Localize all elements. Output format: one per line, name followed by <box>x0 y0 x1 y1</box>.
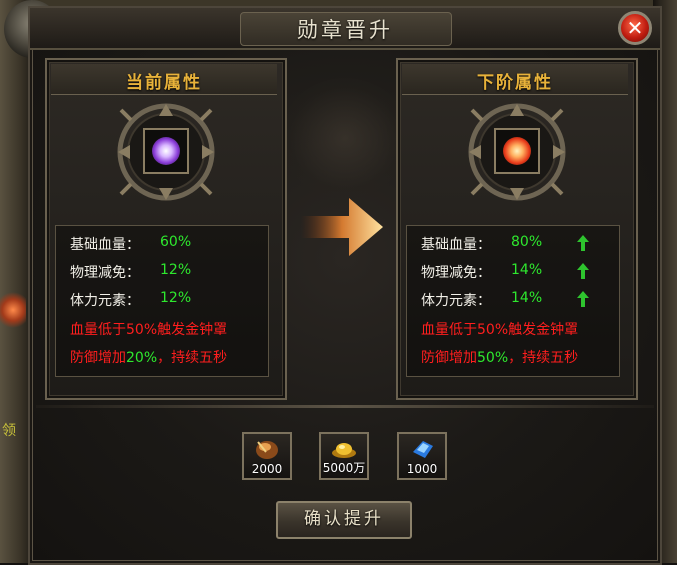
stat-label: 体力元素： <box>70 293 140 309</box>
upgrade-arrow-icon <box>301 198 383 256</box>
stat-row-stamina: 体力元素： 12% <box>70 290 191 312</box>
effect-pre: 防御增加 <box>70 350 126 366</box>
medal-material-icon <box>256 441 278 459</box>
effect-defense-text: 防御增加50%，持续五秒 <box>421 347 578 367</box>
effect-highlight: 50% <box>477 350 509 366</box>
stat-row-physical: 物理减免： 12% <box>70 262 191 284</box>
effect-post: ，持续五秒 <box>157 350 228 366</box>
increase-arrow-icon <box>577 263 589 279</box>
red-medal-orb-icon <box>503 137 531 165</box>
effect-post: ，持续五秒 <box>508 350 579 366</box>
world-side-text: 领 <box>2 423 16 439</box>
medal-slot[interactable] <box>494 128 540 174</box>
stat-row-hp: 基础血量： 80% <box>421 234 589 256</box>
effect-trigger-text: 血量低于50%触发金钟罩 <box>70 322 228 338</box>
confirm-upgrade-button[interactable]: 确认提升 <box>276 501 412 539</box>
current-attributes-title: 当前属性 <box>126 73 202 93</box>
gold-ingot-icon <box>332 443 356 458</box>
next-attributes-title: 下阶属性 <box>477 73 553 93</box>
purple-medal-orb-icon <box>152 137 180 165</box>
fire-effect <box>0 290 26 330</box>
cost-slot-gold[interactable]: 5000万 <box>319 432 369 480</box>
dragon-background-icon <box>280 78 410 198</box>
stat-row-stamina: 体力元素： 14% <box>421 290 589 312</box>
stat-label: 物理减免： <box>70 265 140 281</box>
medal-slot[interactable] <box>143 128 189 174</box>
close-button[interactable]: ✕ <box>618 11 652 45</box>
effect-defense-text: 防御增加20%，持续五秒 <box>70 347 227 367</box>
cost-quantity: 5000万 <box>322 461 366 475</box>
current-stats-box: 基础血量： 60% 物理减免： 12% 体力元素： 12% 血量低于50%触发金… <box>55 225 269 377</box>
effect-trigger-text: 血量低于50%触发金钟罩 <box>421 322 579 338</box>
increase-arrow-icon <box>577 235 589 251</box>
next-stats-box: 基础血量： 80% 物理减免： 14% 体力元素： 14% 血量低于50%触发金… <box>406 225 620 377</box>
stat-row-hp: 基础血量： 60% <box>70 234 191 256</box>
stat-value: 14% <box>511 290 543 306</box>
current-attributes-panel: 当前属性 基础血量： 60% 物理减免： 12% 体力元素： 12% 血量低于5… <box>45 58 287 400</box>
cost-slot-crystal[interactable]: 1000 <box>397 432 447 480</box>
next-attributes-panel: 下阶属性 基础血量： 80% 物理减免： 14% 体力元素： 14% 血量低于5… <box>396 58 638 400</box>
blue-crystal-icon <box>413 441 433 458</box>
title-bar[interactable]: 勋章晋升 ✕ <box>30 8 660 50</box>
stat-label: 基础血量： <box>421 237 491 253</box>
stat-label: 物理减免： <box>421 265 491 281</box>
stat-label: 体力元素： <box>421 293 491 309</box>
cost-slot-medal-material[interactable]: 2000 <box>242 432 292 480</box>
stat-value: 60% <box>160 234 192 250</box>
increase-arrow-icon <box>577 291 589 307</box>
stat-value: 12% <box>160 262 192 278</box>
effect-pre: 防御增加 <box>421 350 477 366</box>
stat-row-physical: 物理减免： 14% <box>421 262 589 284</box>
cost-quantity: 1000 <box>406 462 438 476</box>
close-icon: ✕ <box>626 16 644 40</box>
effect-highlight: 20% <box>126 350 158 366</box>
window-title: 勋章晋升 <box>297 18 393 42</box>
stat-value: 14% <box>511 262 543 278</box>
stat-value: 12% <box>160 290 192 306</box>
stat-label: 基础血量： <box>70 237 140 253</box>
stat-value: 80% <box>511 234 543 250</box>
cost-quantity: 2000 <box>251 462 283 476</box>
medal-upgrade-window: 勋章晋升 ✕ 当前属性 基础血量： 60% 物理减免： 12% 体力元素： 12… <box>28 6 662 565</box>
medal-emblem <box>91 102 241 222</box>
section-divider <box>36 405 654 408</box>
medal-emblem <box>442 102 592 222</box>
